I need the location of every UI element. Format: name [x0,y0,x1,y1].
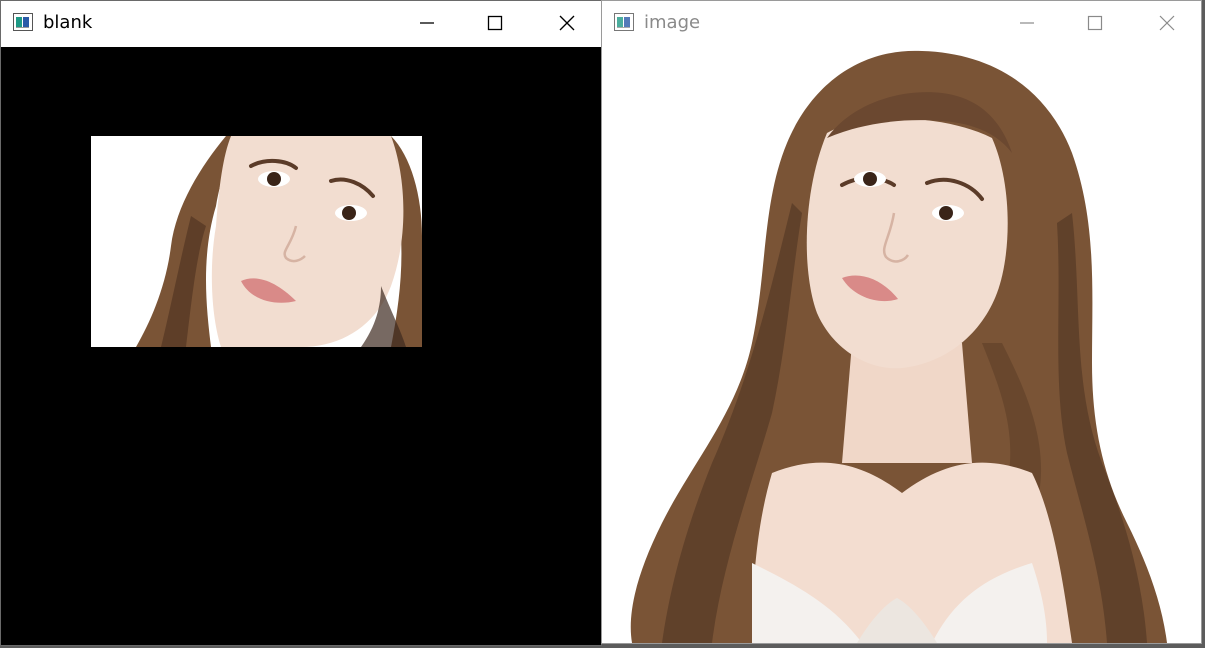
image-canvas [602,43,1201,643]
blank-window[interactable]: blank [0,0,602,646]
maximize-icon [487,15,503,31]
blank-titlebar[interactable]: blank [1,1,601,47]
maximize-button[interactable] [461,1,529,45]
close-icon [559,15,575,31]
portrait-image [602,43,1201,643]
maximize-button[interactable] [1061,1,1129,45]
close-button[interactable] [533,1,601,45]
cropped-face-image [91,136,422,347]
minimize-icon [1019,15,1035,31]
image-window[interactable]: image [601,0,1202,644]
window-title: blank [43,12,93,33]
minimize-button[interactable] [393,1,461,45]
close-icon [1159,15,1175,31]
maximize-icon [1087,15,1103,31]
minimize-button[interactable] [993,1,1061,45]
app-window-icon [13,13,33,31]
image-titlebar[interactable]: image [602,1,1201,47]
cropped-face-region [91,136,422,347]
app-window-icon [614,13,634,31]
window-title: image [644,12,701,33]
minimize-icon [419,15,435,31]
close-button[interactable] [1133,1,1201,45]
blank-canvas [1,47,601,645]
